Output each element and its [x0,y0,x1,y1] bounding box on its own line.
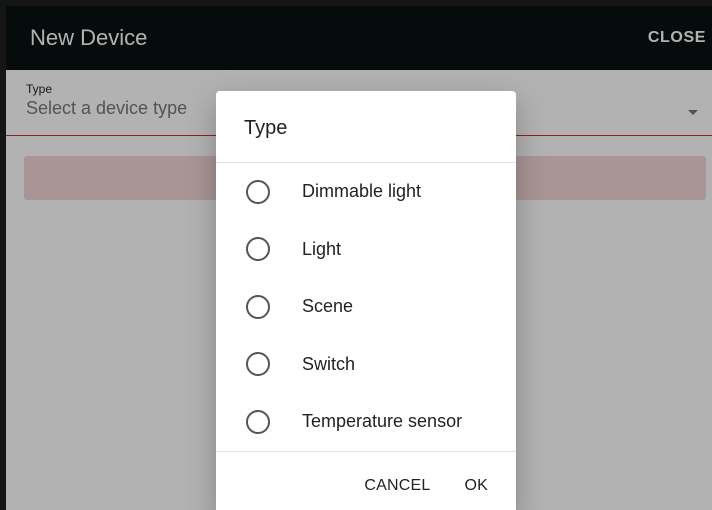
cancel-button[interactable]: CANCEL [364,477,430,495]
dialog-title: Type [216,91,516,163]
option-scene[interactable]: Scene [216,278,516,336]
option-label: Temperature sensor [302,411,463,432]
radio-unchecked-icon[interactable] [246,294,270,319]
dialog-actions: CANCEL OK [216,452,516,510]
option-label: Switch [302,353,356,374]
option-label: Dimmable light [302,181,422,202]
radio-unchecked-icon[interactable] [246,179,270,204]
type-dialog: Type Dimmable light Light Scene Switch T… [216,91,516,510]
radio-unchecked-icon[interactable] [246,409,270,434]
type-options: Dimmable light Light Scene Switch Temper… [216,163,516,451]
option-label: Light [302,238,342,259]
option-light[interactable]: Light [216,221,516,279]
radio-unchecked-icon[interactable] [246,237,270,262]
option-temperature-sensor[interactable]: Temperature sensor [216,393,516,451]
ok-button[interactable]: OK [464,477,488,495]
option-dimmable-light[interactable]: Dimmable light [216,163,516,221]
option-label: Scene [302,296,354,317]
option-switch[interactable]: Switch [216,336,516,394]
radio-unchecked-icon[interactable] [246,352,270,377]
screen: New Device CLOSE Type Select a device ty… [0,0,712,510]
